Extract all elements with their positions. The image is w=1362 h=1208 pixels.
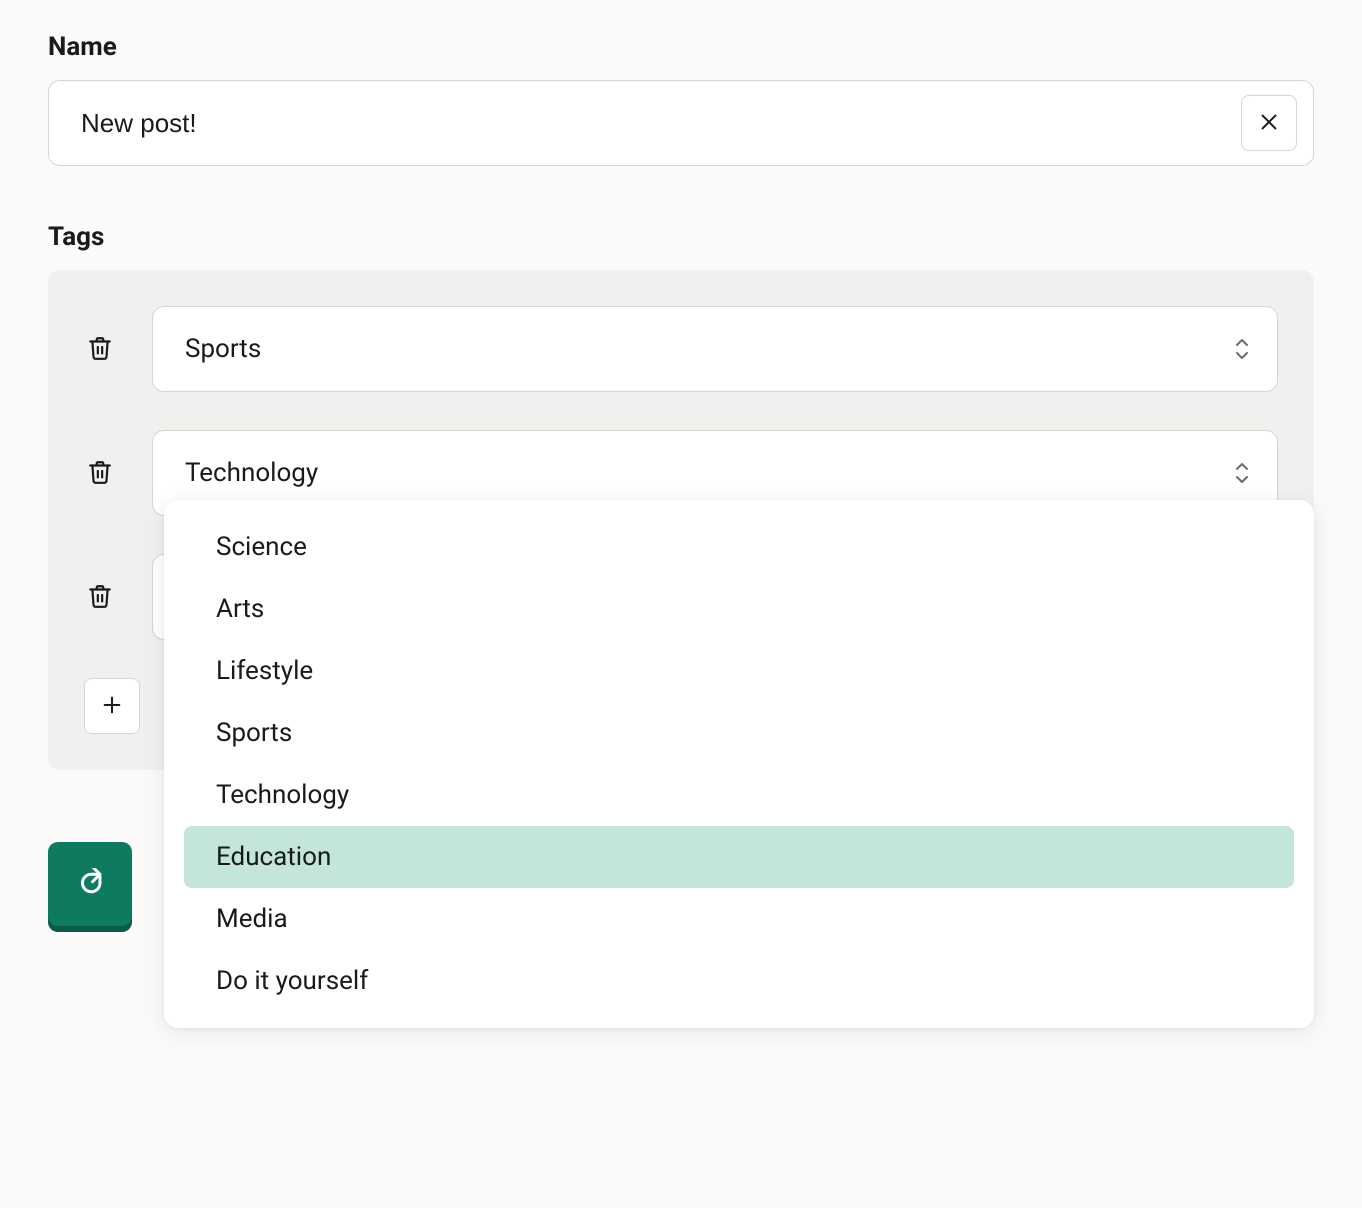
- tag-select[interactable]: Sports: [152, 306, 1278, 392]
- redo-icon: [75, 868, 105, 901]
- tag-select-value: Sports: [185, 334, 261, 364]
- trash-icon: [87, 583, 113, 612]
- close-icon: [1258, 111, 1280, 136]
- dropdown-option-science[interactable]: Science: [184, 516, 1294, 578]
- tags-label: Tags: [48, 222, 1314, 252]
- trash-icon: [87, 335, 113, 364]
- tag-row: Sports: [84, 306, 1278, 392]
- name-input[interactable]: [81, 108, 1281, 139]
- chevron-updown-icon: [1235, 338, 1249, 360]
- name-label: Name: [48, 32, 1314, 62]
- clear-name-button[interactable]: [1241, 95, 1297, 151]
- dropdown-option-technology[interactable]: Technology: [184, 764, 1294, 826]
- dropdown-option-media[interactable]: Media: [184, 888, 1294, 950]
- delete-tag-button[interactable]: [84, 581, 116, 613]
- plus-icon: [101, 694, 123, 719]
- chevron-updown-icon: [1235, 462, 1249, 484]
- name-input-container: [48, 80, 1314, 166]
- dropdown-option-sports[interactable]: Sports: [184, 702, 1294, 764]
- add-tag-button[interactable]: [84, 678, 140, 734]
- trash-icon: [87, 459, 113, 488]
- delete-tag-button[interactable]: [84, 457, 116, 489]
- tags-panel: Sports Technolog: [48, 270, 1314, 770]
- delete-tag-button[interactable]: [84, 333, 116, 365]
- submit-button[interactable]: [48, 842, 132, 926]
- dropdown-option-education[interactable]: Education: [184, 826, 1294, 888]
- tag-dropdown: Science Arts Lifestyle Sports Technology…: [164, 500, 1314, 1028]
- dropdown-option-lifestyle[interactable]: Lifestyle: [184, 640, 1294, 702]
- dropdown-option-arts[interactable]: Arts: [184, 578, 1294, 640]
- dropdown-option-diy[interactable]: Do it yourself: [184, 950, 1294, 1012]
- tag-select-value: Technology: [185, 458, 318, 488]
